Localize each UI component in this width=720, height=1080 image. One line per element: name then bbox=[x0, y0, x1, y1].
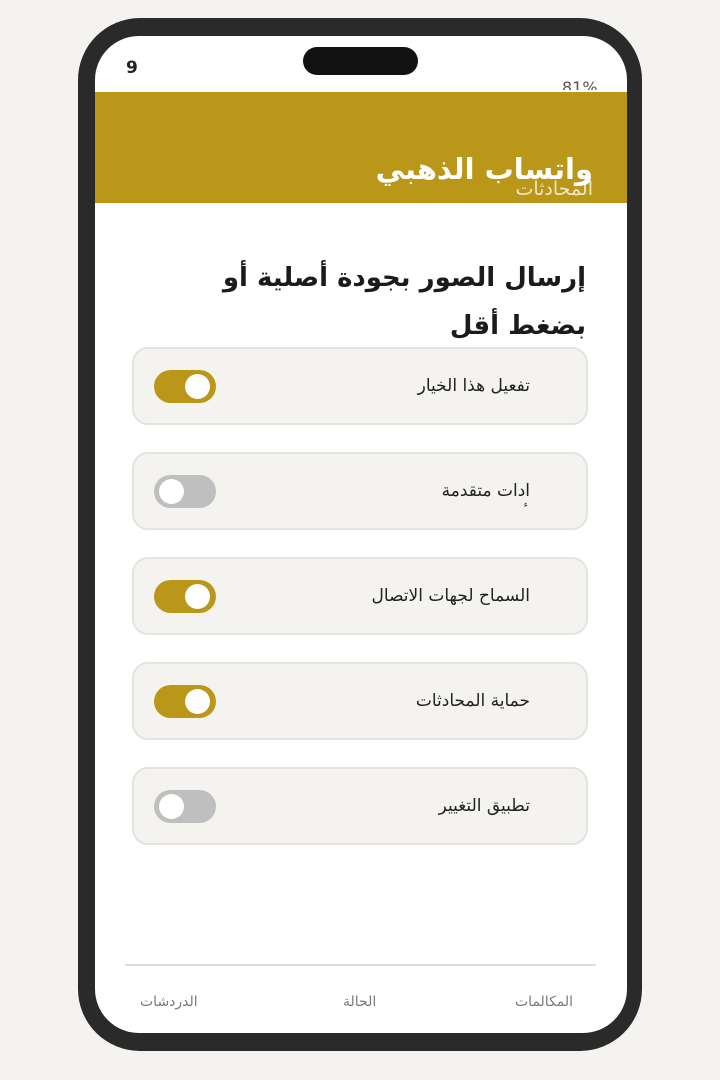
nav-item-status[interactable]: الحالة bbox=[343, 994, 376, 1010]
status-battery: 81% bbox=[562, 78, 598, 90]
setting-card-enable-option[interactable]: تفعيل هذا الخيار bbox=[132, 347, 588, 425]
toggle-switch[interactable] bbox=[154, 580, 216, 613]
status-time: 9 bbox=[126, 58, 138, 78]
camera-notch bbox=[303, 47, 418, 75]
toggle-knob bbox=[159, 794, 184, 819]
toggle-switch[interactable] bbox=[154, 790, 216, 823]
setting-label: السماح لجهات الاتصال bbox=[371, 586, 530, 606]
section-title: إرسال الصور بجودة أصلية أو بضغط أقل bbox=[222, 263, 586, 341]
setting-card-apply-change[interactable]: تطبيق التغيير bbox=[132, 767, 588, 845]
toggle-switch[interactable] bbox=[154, 475, 216, 508]
bottom-nav-divider bbox=[125, 964, 596, 966]
nav-item-chats[interactable]: الدردشات bbox=[140, 994, 198, 1010]
toggle-knob bbox=[185, 374, 210, 399]
setting-label: تفعيل هذا الخيار bbox=[417, 376, 530, 396]
nav-item-calls[interactable]: المكالمات bbox=[515, 994, 573, 1010]
toggle-knob bbox=[159, 479, 184, 504]
toggle-knob bbox=[185, 584, 210, 609]
setting-mark: ء bbox=[523, 500, 528, 510]
toggle-knob bbox=[185, 689, 210, 714]
setting-card-chat-protection[interactable]: حماية المحادثات bbox=[132, 662, 588, 740]
toggle-switch[interactable] bbox=[154, 370, 216, 403]
setting-card-allow-contacts[interactable]: السماح لجهات الاتصال bbox=[132, 557, 588, 635]
setting-card-advanced-tools[interactable]: ادات متقدمة ء bbox=[132, 452, 588, 530]
setting-label: حماية المحادثات bbox=[415, 691, 530, 711]
app-header: واتساب الذهبي المحادثات bbox=[95, 92, 627, 203]
header-subtitle: المحادثات bbox=[515, 178, 593, 200]
setting-label: ادات متقدمة bbox=[441, 481, 530, 501]
setting-label: تطبيق التغيير bbox=[438, 796, 530, 816]
toggle-switch[interactable] bbox=[154, 685, 216, 718]
